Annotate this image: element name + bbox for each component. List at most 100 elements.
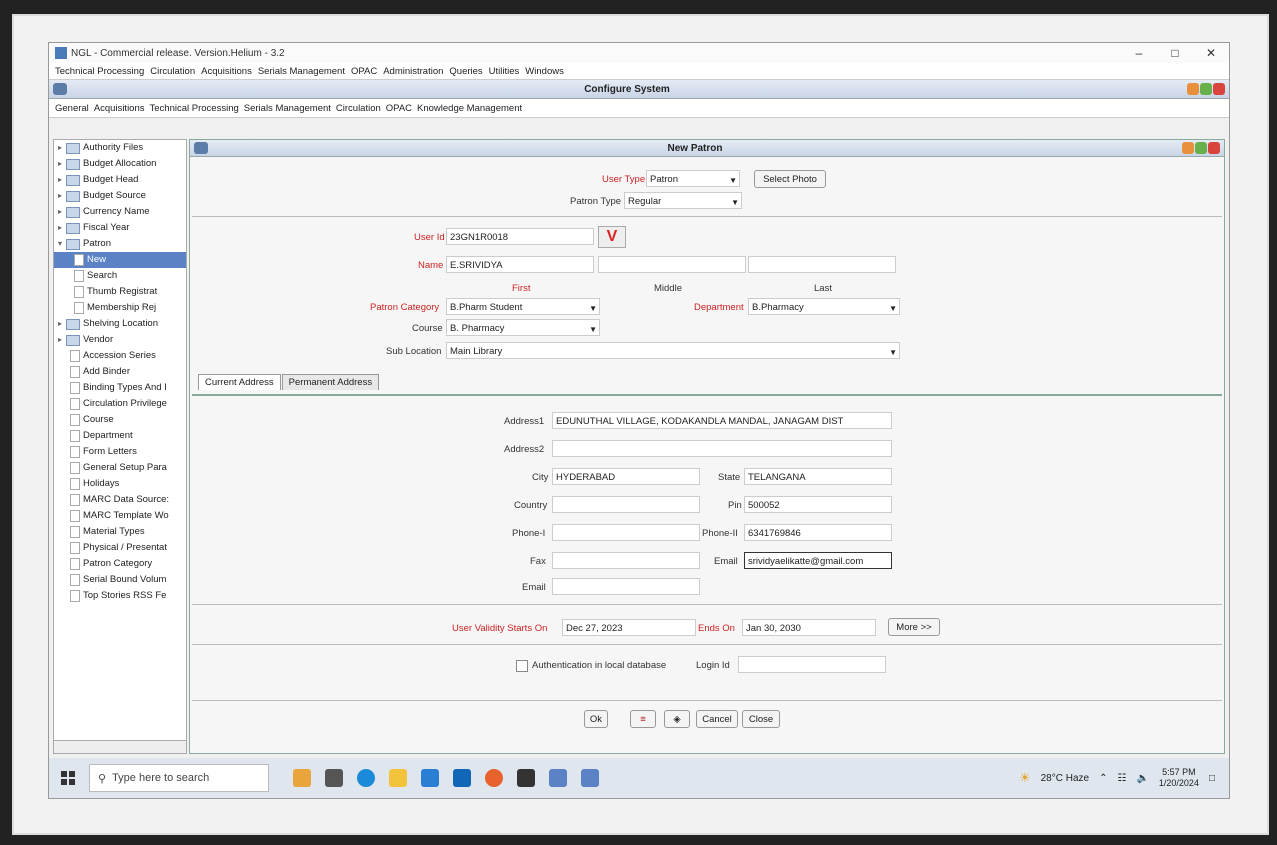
close-button[interactable]: ✕ [1193, 46, 1229, 60]
user-type-select[interactable]: Patron ▼ [646, 170, 740, 187]
first-name-input[interactable]: E.SRIVIDYA [446, 256, 594, 273]
tree-item-material-types[interactable]: Material Types [54, 524, 186, 540]
mail-icon[interactable] [453, 769, 471, 787]
store-icon[interactable] [421, 769, 439, 787]
tree-item-fiscal-year[interactable]: ▸ Fiscal Year [54, 220, 186, 236]
phone2-input[interactable]: 6341769846 [744, 524, 892, 541]
close-icon[interactable] [1213, 83, 1225, 95]
java-app-icon[interactable] [581, 769, 599, 787]
volume-icon[interactable]: 🔈 [1136, 773, 1148, 784]
chevron-up-icon[interactable]: ⌃ [1099, 773, 1107, 784]
ok-button[interactable]: Ok [584, 710, 608, 728]
notification-icon[interactable]: □ [1209, 773, 1215, 784]
middle-name-input[interactable] [598, 256, 746, 273]
address1-input[interactable]: EDUNUTHAL VILLAGE, KODAKANDLA MANDAL, JA… [552, 412, 892, 429]
tree-item-physical-presentation[interactable]: Physical / Presentat [54, 540, 186, 556]
tree-item-marc-data-source[interactable]: MARC Data Source: [54, 492, 186, 508]
news-icon[interactable] [293, 769, 311, 787]
pin-input[interactable]: 500052 [744, 496, 892, 513]
user-id-input[interactable]: 23GN1R0018 [446, 228, 594, 245]
clock[interactable]: 5:57 PM 1/20/2024 [1159, 767, 1199, 789]
tree-item-add-binder[interactable]: Add Binder [54, 364, 186, 380]
tree-item-form-letters[interactable]: Form Letters [54, 444, 186, 460]
login-id-input[interactable] [738, 656, 886, 673]
maximize-button[interactable]: □ [1157, 46, 1193, 60]
tree-item-department[interactable]: Department [54, 428, 186, 444]
tree-item-binding-types[interactable]: Binding Types And I [54, 380, 186, 396]
tree-item-budget-source[interactable]: ▸ Budget Source [54, 188, 186, 204]
department-select[interactable]: B.Pharmacy ▼ [748, 298, 900, 315]
weather-text[interactable]: 28°C Haze [1041, 773, 1089, 784]
maximize-icon[interactable] [1200, 83, 1212, 95]
more-button[interactable]: More >> [888, 618, 940, 636]
tree-item-currency-name[interactable]: ▸ Currency Name [54, 204, 186, 220]
terminal-icon[interactable] [517, 769, 535, 787]
cfg-menu-serials-management[interactable]: Serials Management [244, 103, 331, 114]
fingerprint-icon[interactable]: ◈ [664, 710, 690, 728]
tree-horizontal-scrollbar[interactable] [54, 740, 186, 753]
system-menu-icon[interactable] [194, 142, 208, 154]
tree-item-budget-head[interactable]: ▸ Budget Head [54, 172, 186, 188]
system-menu-icon[interactable] [53, 83, 67, 95]
close-icon[interactable] [1208, 142, 1220, 154]
fax-input[interactable] [552, 552, 700, 569]
tree-item-search[interactable]: Search [54, 268, 186, 284]
cfg-menu-acquisitions[interactable]: Acquisitions [94, 103, 145, 114]
taskbar-search[interactable]: ⚲ Type here to search [89, 764, 269, 792]
tree-item-patron[interactable]: ▾ Patron [54, 236, 186, 252]
last-name-input[interactable] [748, 256, 896, 273]
address2-input[interactable] [552, 440, 892, 457]
validate-user-id-button[interactable]: V [598, 226, 626, 248]
tab-current-address[interactable]: Current Address [198, 374, 281, 390]
tree-item-marc-template[interactable]: MARC Template Wo [54, 508, 186, 524]
course-select[interactable]: B. Pharmacy ▼ [446, 319, 600, 336]
menu-acquisitions[interactable]: Acquisitions [201, 66, 252, 77]
tree-item-shelving-location[interactable]: ▸ Shelving Location [54, 316, 186, 332]
edge-browser-icon[interactable] [357, 769, 375, 787]
menu-windows[interactable]: Windows [525, 66, 564, 77]
tree-item-budget-allocation[interactable]: ▸ Budget Allocation [54, 156, 186, 172]
minimize-button[interactable]: – [1121, 46, 1157, 60]
menu-technical-processing[interactable]: Technical Processing [55, 66, 144, 77]
windows-start-icon[interactable] [61, 771, 75, 785]
validity-start-input[interactable]: Dec 27, 2023 [562, 619, 696, 636]
tree-item-new[interactable]: New [54, 252, 186, 268]
city-input[interactable]: HYDERABAD [552, 468, 700, 485]
menu-utilities[interactable]: Utilities [489, 66, 520, 77]
state-input[interactable]: TELANGANA [744, 468, 892, 485]
menu-opac[interactable]: OPAC [351, 66, 377, 77]
tree-item-thumb-registration[interactable]: Thumb Registrat [54, 284, 186, 300]
tree-item-membership[interactable]: Membership Rej [54, 300, 186, 316]
cfg-menu-circulation[interactable]: Circulation [336, 103, 381, 114]
barcode-icon[interactable]: ≡ [630, 710, 656, 728]
close-form-button[interactable]: Close [742, 710, 780, 728]
tree-item-general-setup[interactable]: General Setup Para [54, 460, 186, 476]
cfg-menu-opac[interactable]: OPAC [386, 103, 412, 114]
patron-category-select[interactable]: B.Pharm Student ▼ [446, 298, 600, 315]
tree-item-authority-files[interactable]: ▸ Authority Files [54, 140, 186, 156]
email2-input[interactable] [552, 578, 700, 595]
tree-item-accession-series[interactable]: Accession Series [54, 348, 186, 364]
tree-item-holidays[interactable]: Holidays [54, 476, 186, 492]
minimize-icon[interactable] [1182, 142, 1194, 154]
tree-item-course[interactable]: Course [54, 412, 186, 428]
maximize-icon[interactable] [1195, 142, 1207, 154]
cfg-menu-knowledge-management[interactable]: Knowledge Management [417, 103, 522, 114]
phone-input[interactable] [552, 524, 700, 541]
menu-serials-management[interactable]: Serials Management [258, 66, 345, 77]
minimize-icon[interactable] [1187, 83, 1199, 95]
tree-item-patron-category[interactable]: Patron Category [54, 556, 186, 572]
tree-item-serial-bound-volume[interactable]: Serial Bound Volum [54, 572, 186, 588]
menu-queries[interactable]: Queries [449, 66, 482, 77]
sub-location-select[interactable]: Main Library ▼ [446, 342, 900, 359]
tab-permanent-address[interactable]: Permanent Address [281, 374, 380, 390]
tree-item-vendor[interactable]: ▸ Vendor [54, 332, 186, 348]
authentication-checkbox[interactable] [516, 660, 528, 672]
cancel-button[interactable]: Cancel [696, 710, 738, 728]
network-icon[interactable]: ☷ [1117, 773, 1126, 784]
tree-item-top-stories-rss[interactable]: Top Stories RSS Fe [54, 588, 186, 604]
menu-circulation[interactable]: Circulation [150, 66, 195, 77]
file-explorer-icon[interactable] [389, 769, 407, 787]
patron-type-select[interactable]: Regular ▼ [624, 192, 742, 209]
firefox-icon[interactable] [485, 769, 503, 787]
